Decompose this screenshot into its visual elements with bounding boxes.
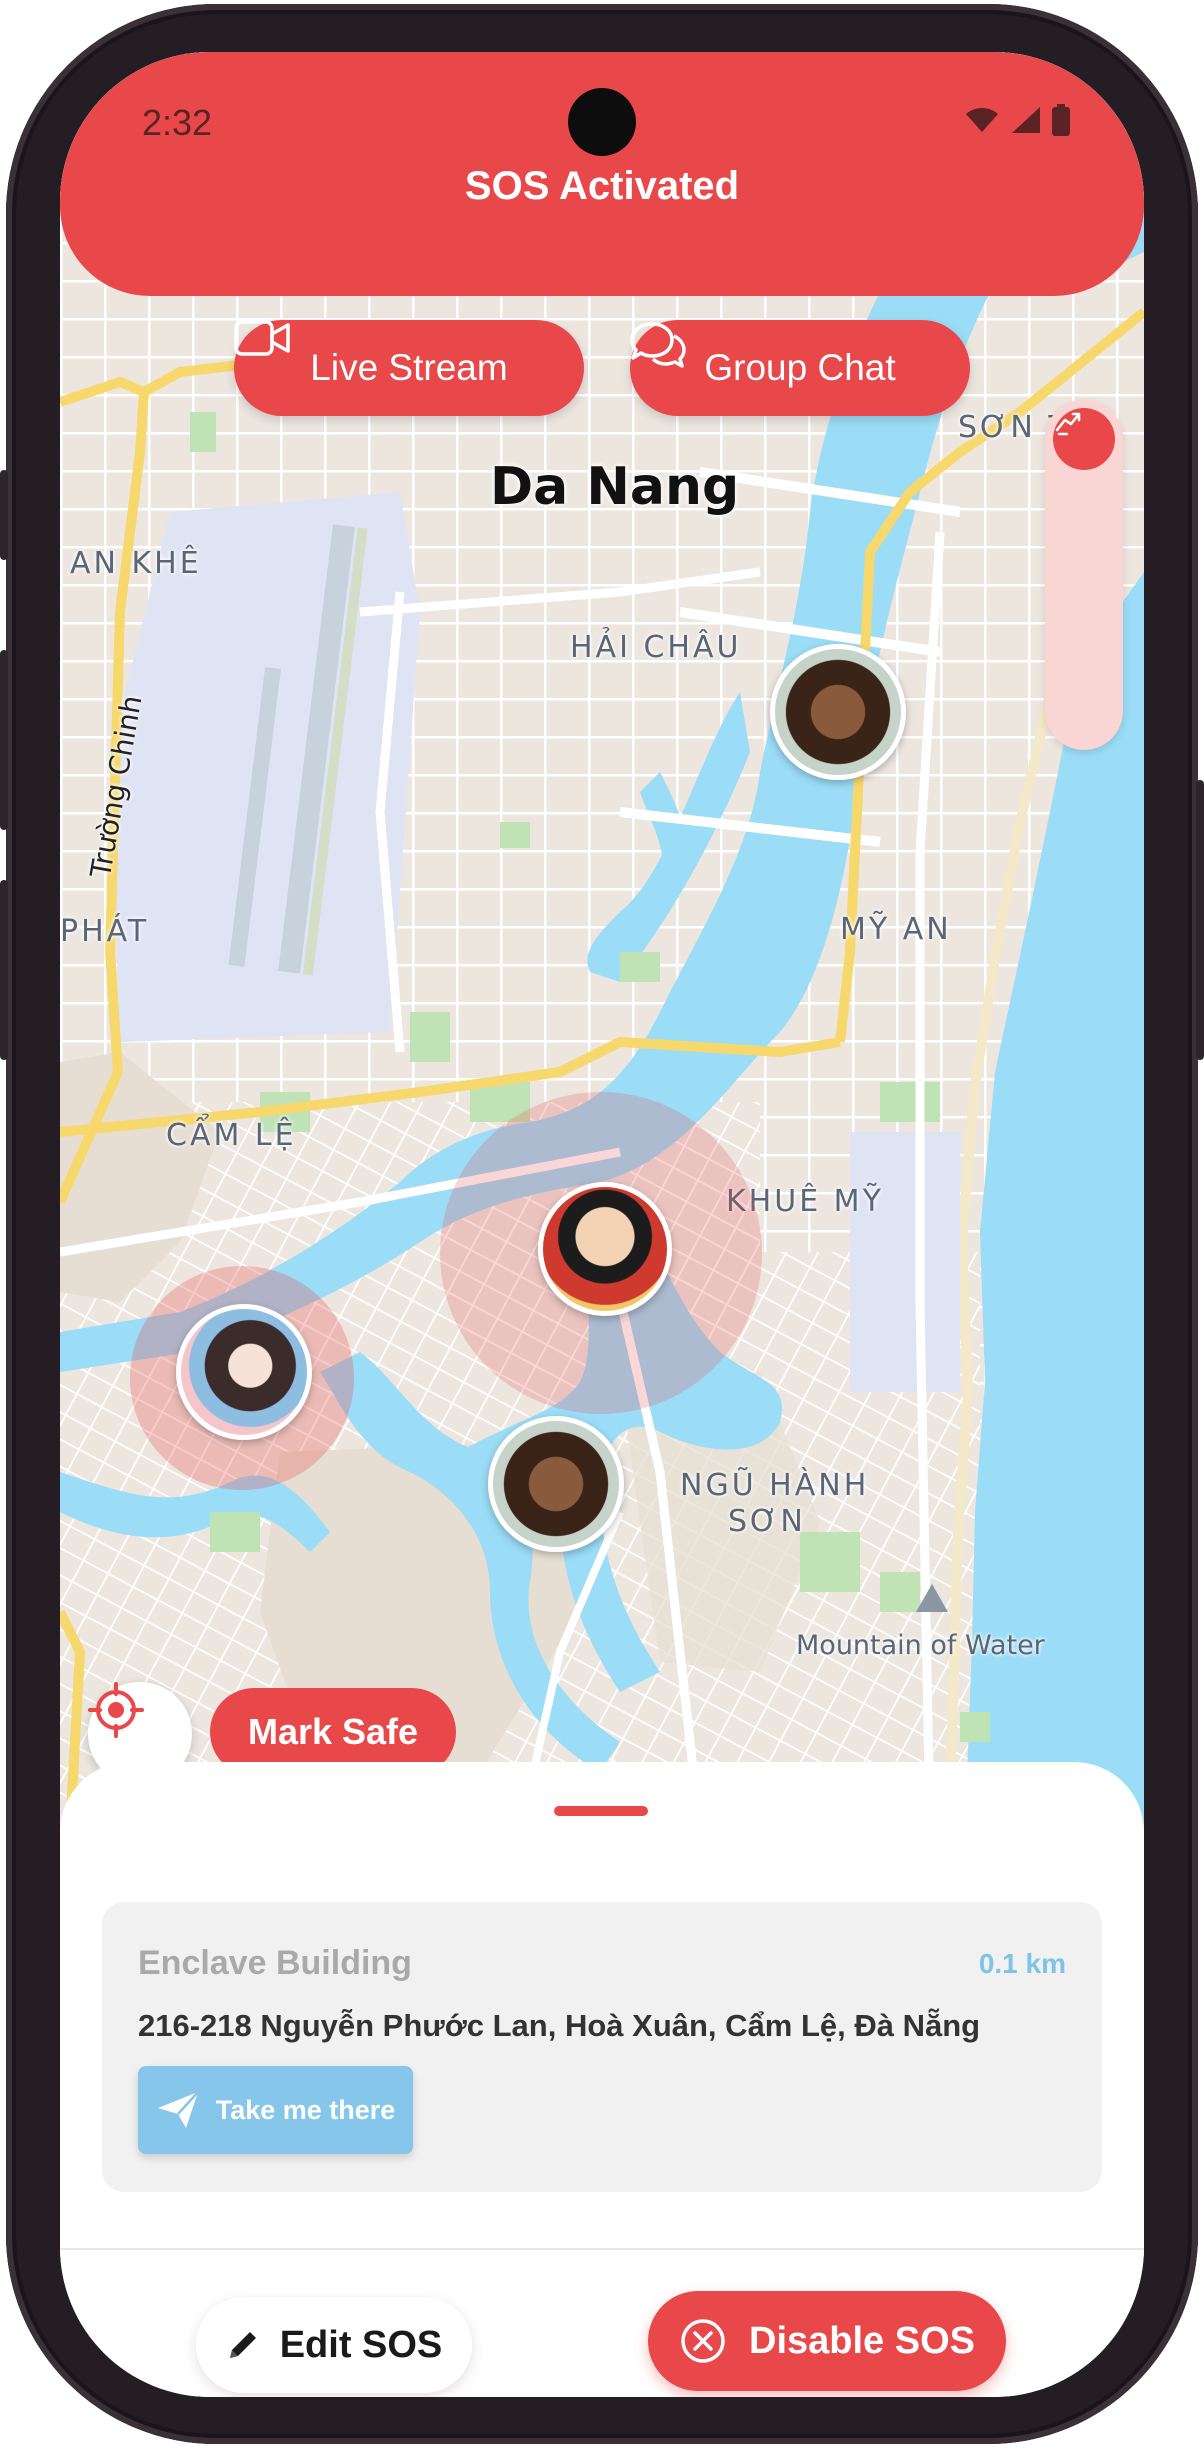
battery-icon [1052, 104, 1070, 136]
status-icons [964, 104, 1070, 136]
side-button [0, 470, 8, 560]
signal-icon [1012, 107, 1040, 133]
user-avatar-child-2[interactable] [488, 1416, 624, 1552]
map-label-my-an: MỸ AN [840, 912, 952, 947]
locate-target-icon [88, 1682, 144, 1738]
map-label-mountain: Mountain of Water [796, 1630, 1045, 1661]
slider-knob[interactable] [1053, 408, 1115, 470]
destination-name: Enclave Building [138, 1944, 412, 1982]
volume-down-button [0, 880, 8, 1060]
header-title: SOS Activated [464, 164, 740, 208]
map-canvas [60, 52, 1144, 1832]
map-label-hai-chau: HẢI CHÂU [570, 630, 742, 665]
close-circle-icon [681, 2319, 725, 2363]
sos-header: 2:32 SOS Activated [60, 52, 1144, 296]
chat-bubbles-icon [630, 322, 686, 368]
destination-card[interactable]: Enclave Building 0.1 km 216-218 Nguyễn P… [102, 1902, 1102, 2192]
take-me-there-label: Take me there [215, 2094, 396, 2125]
live-stream-button[interactable]: Live Stream [234, 320, 584, 416]
user-avatar-girl[interactable] [176, 1304, 312, 1440]
phone-screen: Da Nang AN KHÊ HẢI CHÂU SƠN T Trường Chi… [60, 52, 1144, 2397]
user-avatar-child-1[interactable] [770, 644, 906, 780]
live-stream-label: Live Stream [310, 347, 508, 388]
pencil-icon [229, 2332, 256, 2358]
destination-distance: 0.1 km [978, 1948, 1066, 1979]
volume-up-button [0, 650, 8, 830]
map-label-phat: PHÁT [60, 914, 150, 949]
edit-sos-button[interactable]: Edit SOS [196, 2297, 472, 2393]
map-label-ngu-hanh-son-2: SƠN [728, 1504, 806, 1539]
status-time: 2:32 [142, 102, 213, 143]
group-chat-label: Group Chat [704, 347, 896, 388]
edit-sos-label: Edit SOS [279, 2323, 443, 2366]
disable-sos-label: Disable SOS [749, 2319, 975, 2362]
take-me-there-button[interactable]: Take me there [138, 2066, 413, 2154]
map-label-ngu-hanh-son: NGŨ HÀNH [680, 1468, 870, 1503]
power-button [1196, 780, 1204, 1060]
front-camera [568, 88, 636, 156]
destination-address: 216-218 Nguyễn Phước Lan, Hoà Xuân, Cẩm … [138, 2008, 981, 2043]
sheet-divider [60, 2248, 1144, 2250]
wifi-icon [966, 108, 998, 132]
sheet-drag-handle[interactable] [554, 1806, 648, 1816]
group-chat-button[interactable]: Group Chat [630, 320, 970, 416]
send-arrow-icon [157, 2091, 199, 2128]
map-city-label: Da Nang [490, 457, 740, 517]
user-avatar-main[interactable] [538, 1182, 672, 1316]
sos-slider[interactable] [1045, 400, 1123, 750]
disable-sos-button[interactable]: Disable SOS [648, 2291, 1006, 2391]
map-label-an-khe: AN KHÊ [70, 546, 202, 581]
map-label-cam-le: CẨM LỆ [166, 1118, 297, 1153]
map-view[interactable]: Da Nang AN KHÊ HẢI CHÂU SƠN T Trường Chi… [60, 52, 1144, 1832]
hand-swipe-icon [1055, 412, 1081, 436]
video-camera-icon [234, 320, 290, 356]
bottom-sheet: Enclave Building 0.1 km 216-218 Nguyễn P… [60, 1762, 1144, 2397]
